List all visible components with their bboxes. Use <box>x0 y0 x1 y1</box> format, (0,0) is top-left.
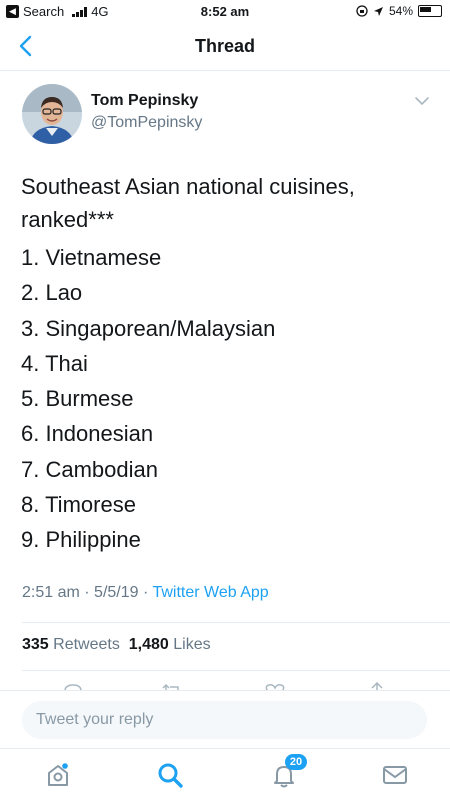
retweets-stat[interactable]: 335 Retweets <box>22 636 120 653</box>
location-icon <box>373 6 383 16</box>
tweet-intro: Southeast Asian national cuisines, ranke… <box>21 174 355 232</box>
likes-label: Likes <box>173 636 211 653</box>
search-icon[interactable] <box>156 761 184 789</box>
nav-header: Thread <box>0 24 450 71</box>
tweet-date: 5/5/19 <box>94 584 139 601</box>
home-icon[interactable] <box>44 761 72 789</box>
status-right: 54% <box>356 4 442 18</box>
screen: ◀ Search 4G 8:52 am 54% Thread Tom Pepin… <box>0 0 450 800</box>
battery-percent: 54% <box>388 4 413 18</box>
meta-separator: · <box>84 584 90 601</box>
list-item: 9. Philippine <box>21 527 141 553</box>
likes-stat[interactable]: 1,480 Likes <box>129 636 211 653</box>
list-item: 4. Thai <box>21 350 88 376</box>
author-name[interactable]: Tom Pepinsky <box>91 92 198 110</box>
reply-input[interactable] <box>22 701 427 739</box>
divider <box>22 622 450 623</box>
retweets-count: 335 <box>22 636 49 653</box>
list-item: 2. Lao <box>21 280 83 306</box>
ranking-list: 1. Vietnamese 2. Lao 3. Singaporean/Mala… <box>21 240 431 558</box>
list-item: 1. Vietnamese <box>21 245 162 270</box>
avatar-image <box>22 84 82 144</box>
list-item: 8. Timorese <box>21 492 136 518</box>
notification-badge: 20 <box>285 754 307 770</box>
tweet-source-link[interactable]: Twitter Web App <box>152 584 268 601</box>
page-title: Thread <box>194 36 255 56</box>
list-item: 5. Burmese <box>21 386 134 412</box>
tweet-text: Southeast Asian national cuisines, ranke… <box>21 170 431 558</box>
likes-count: 1,480 <box>128 636 169 653</box>
chevron-down-icon[interactable] <box>414 95 430 107</box>
list-item: 3. Singaporean/Malaysian <box>21 315 276 341</box>
tweet-meta: 2:51 am · 5/5/19 · Twitter Web App <box>22 584 269 602</box>
battery-icon <box>418 5 442 17</box>
avatar[interactable] <box>22 84 82 144</box>
status-bar: ◀ Search 4G 8:52 am 54% <box>0 0 450 24</box>
list-item: 6. Indonesian <box>21 421 154 447</box>
meta-separator: · <box>142 584 149 601</box>
list-item: 7. Cambodian <box>21 456 158 482</box>
orientation-lock-icon <box>356 5 368 17</box>
divider <box>22 670 450 671</box>
tab-bar <box>0 748 450 800</box>
tweet-time: 2:51 am <box>22 584 80 601</box>
retweets-label: Retweets <box>53 636 120 653</box>
messages-icon[interactable] <box>381 761 409 789</box>
tweet-stats: 335 Retweets 1,480 Likes <box>22 636 211 654</box>
reply-bar <box>0 690 450 747</box>
author-handle[interactable]: @TomPepinsky <box>91 114 202 132</box>
